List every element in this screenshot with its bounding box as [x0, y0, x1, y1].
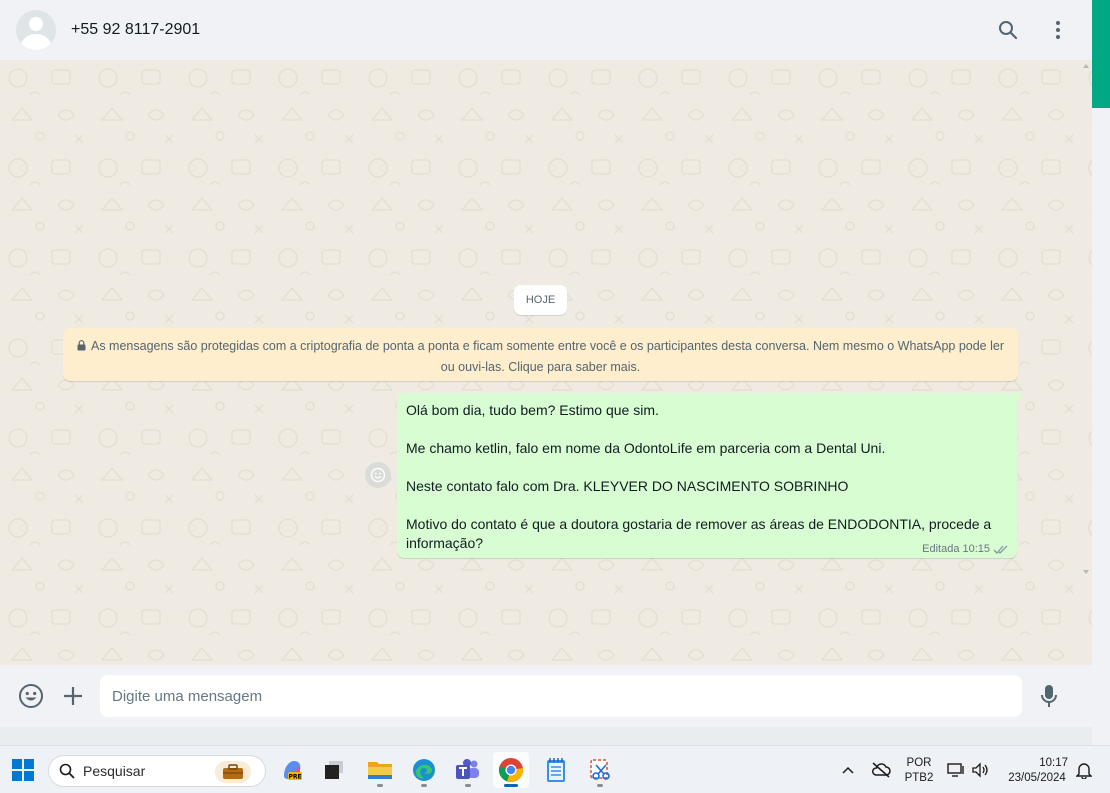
message-meta: Editada 10:15 — [922, 543, 1009, 555]
scroll-down-arrow[interactable] — [1082, 569, 1090, 575]
date-chip: HOJE — [514, 285, 567, 315]
chevron-up-icon[interactable] — [832, 752, 864, 788]
file-explorer-icon[interactable] — [362, 752, 398, 788]
search-label: Pesquisar — [83, 763, 146, 779]
outgoing-message-bubble[interactable]: Olá bom dia, tudo bem? Estimo que sim. M… — [397, 393, 1024, 558]
message-line: Neste contato falo com Dra. KLEYVER DO N… — [406, 478, 849, 494]
windows-start-icon[interactable] — [5, 752, 41, 788]
window-bottom-strip — [0, 727, 1092, 745]
encryption-notice-line2: ou ouvi-las. Clique para saber mais. — [440, 360, 641, 374]
edited-label: Editada — [922, 543, 960, 555]
lock-icon — [77, 340, 86, 351]
taskbar-search[interactable]: Pesquisar — [48, 755, 266, 787]
clock-time: 10:17 — [1039, 757, 1068, 769]
contact-name[interactable]: +55 92 8117-2901 — [71, 21, 200, 39]
message-input[interactable] — [100, 675, 1022, 717]
menu-icon[interactable] — [1046, 18, 1070, 42]
task-view-icon[interactable] — [316, 752, 352, 788]
search-icon — [59, 763, 75, 779]
svg-text:PRE: PRE — [288, 774, 301, 781]
encryption-notice[interactable]: As mensagens são protegidas com a cripto… — [63, 328, 1018, 381]
search-icon[interactable] — [996, 18, 1020, 42]
snipping-tool-icon[interactable] — [582, 752, 618, 788]
copilot-icon[interactable]: PRE — [274, 752, 310, 788]
network-icon[interactable] — [943, 752, 969, 788]
bubble-tail — [1016, 393, 1024, 403]
page-scrollbar-thumb[interactable] — [1092, 0, 1110, 108]
language-line1: POR — [906, 757, 932, 769]
notification-bell-icon[interactable] — [1072, 752, 1096, 788]
double-check-icon — [993, 545, 1008, 554]
cloud-offline-icon[interactable] — [864, 752, 898, 788]
chrome-icon[interactable] — [493, 752, 529, 788]
emoji-react-button[interactable] — [365, 462, 391, 488]
message-time: 10:15 — [962, 543, 990, 555]
contact-avatar[interactable] — [16, 10, 56, 50]
message-line: Me chamo ketlin, falo em nome da OdontoL… — [406, 440, 886, 456]
message-line: Olá bom dia, tudo bem? Estimo que sim. — [406, 402, 659, 418]
page-scrollbar[interactable] — [1092, 0, 1110, 745]
briefcase-icon — [215, 761, 251, 783]
plus-icon[interactable] — [58, 681, 88, 711]
edge-icon[interactable] — [406, 752, 442, 788]
smiley-icon — [370, 467, 386, 483]
message-line: Motivo do contato é que a doutora gostar… — [406, 516, 992, 532]
scroll-up-arrow[interactable] — [1082, 63, 1090, 69]
windows-taskbar: Pesquisar PRE POR PTB2 10:17 23/05/2024 — [0, 745, 1110, 793]
chat-area: HOJE As mensagens são protegidas com a c… — [0, 60, 1092, 665]
message-composer — [0, 665, 1092, 727]
encryption-notice-line1: As mensagens são protegidas com a cripto… — [91, 339, 1004, 353]
volume-icon[interactable] — [967, 752, 993, 788]
language-indicator[interactable]: POR PTB2 — [899, 756, 939, 786]
chat-header: +55 92 8117-2901 — [0, 0, 1092, 60]
clock[interactable]: 10:17 23/05/2024 — [1000, 756, 1074, 786]
clock-date: 23/05/2024 — [1008, 772, 1066, 784]
teams-icon[interactable] — [450, 752, 486, 788]
language-line2: PTB2 — [904, 772, 934, 784]
notepad-icon[interactable] — [538, 752, 574, 788]
emoji-icon[interactable] — [16, 681, 46, 711]
message-line: informação? — [406, 535, 484, 551]
microphone-icon[interactable] — [1034, 681, 1064, 711]
